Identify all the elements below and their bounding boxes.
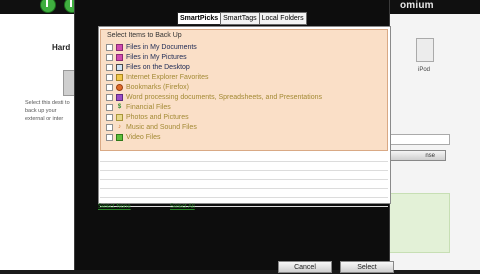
documents-folder-icon [116, 43, 123, 51]
empty-row [100, 162, 388, 171]
empty-row [100, 198, 388, 207]
tab-smarttags[interactable]: SmartTags [220, 12, 260, 25]
photos-icon [116, 113, 123, 121]
ie-favorites-icon [116, 73, 123, 81]
item-label: Word processing documents, Spreadsheets,… [126, 93, 322, 101]
empty-row [100, 153, 388, 162]
list-item: Bookmarks (Firefox) [106, 82, 189, 92]
item-checkbox[interactable] [106, 63, 113, 71]
item-checkbox[interactable] [106, 53, 113, 61]
select-button[interactable]: Select [340, 261, 394, 273]
list-item: $ Financial Files [106, 102, 171, 112]
item-checkbox[interactable] [106, 103, 113, 111]
browse-button[interactable]: nse [388, 150, 446, 161]
item-checkbox[interactable] [106, 123, 113, 131]
smartpicks-list: Select Items to Back Up Files in My Docu… [100, 29, 388, 151]
video-icon [116, 133, 123, 141]
item-label: Files in My Documents [126, 43, 197, 51]
empty-row [100, 180, 388, 189]
item-label: Files in My Pictures [126, 53, 187, 61]
pictures-folder-icon [116, 53, 123, 61]
item-checkbox[interactable] [106, 83, 113, 91]
list-item: Files in My Pictures [106, 52, 187, 62]
item-checkbox[interactable] [106, 133, 113, 141]
destination-path-field[interactable] [388, 134, 450, 145]
ipod-label: iPod [418, 67, 431, 73]
list-header: Select Items to Back Up [107, 32, 182, 39]
status-panel [388, 193, 450, 253]
destination-description: Select this desti to back up your extern… [25, 100, 70, 122]
firefox-bookmarks-icon [116, 83, 123, 91]
backup-selection-dialog: SmartPicks SmartTags Local Folders Selec… [74, 0, 391, 270]
item-checkbox[interactable] [106, 73, 113, 81]
music-icon: ♪ [118, 123, 121, 130]
item-checkbox[interactable] [106, 93, 113, 101]
select-all-link[interactable]: Select All [170, 204, 195, 210]
empty-rows [100, 153, 388, 207]
brand-text: omium [400, 0, 434, 11]
cancel-button[interactable]: Cancel [278, 261, 332, 273]
office-documents-icon [116, 93, 123, 101]
item-label: Internet Explorer Favorites [126, 73, 209, 81]
list-item: Video Files [106, 132, 161, 142]
item-label: Financial Files [126, 103, 171, 111]
tab-smartpicks[interactable]: SmartPicks [177, 12, 222, 25]
tab-bar: SmartPicks SmartTags Local Folders [177, 12, 307, 25]
item-label: Files on the Desktop [126, 63, 190, 71]
list-item: Photos and Pictures [106, 112, 189, 122]
desktop-icon [116, 63, 123, 71]
tab-local-folders[interactable]: Local Folders [258, 12, 307, 25]
item-label: Music and Sound Files [126, 123, 197, 131]
list-item: Word processing documents, Spreadsheets,… [106, 92, 322, 102]
ipod-icon [416, 38, 434, 62]
financial-files-icon: $ [117, 103, 122, 110]
item-label: Photos and Pictures [126, 113, 189, 121]
selection-panel: Select Items to Back Up Files in My Docu… [98, 26, 391, 207]
list-item: ♪ Music and Sound Files [106, 122, 197, 132]
item-label: Bookmarks (Firefox) [126, 83, 190, 91]
destination-heading: Hard [52, 43, 71, 52]
background-left-panel [0, 14, 74, 270]
empty-row [100, 171, 388, 180]
item-checkbox[interactable] [106, 43, 113, 51]
item-label: Video Files [126, 133, 161, 141]
select-none-link[interactable]: Select None [98, 204, 131, 210]
list-item: Files on the Desktop [106, 62, 190, 72]
list-item: Internet Explorer Favorites [106, 72, 208, 82]
list-item: Files in My Documents [106, 42, 197, 52]
empty-row [100, 189, 388, 198]
item-checkbox[interactable] [106, 113, 113, 121]
